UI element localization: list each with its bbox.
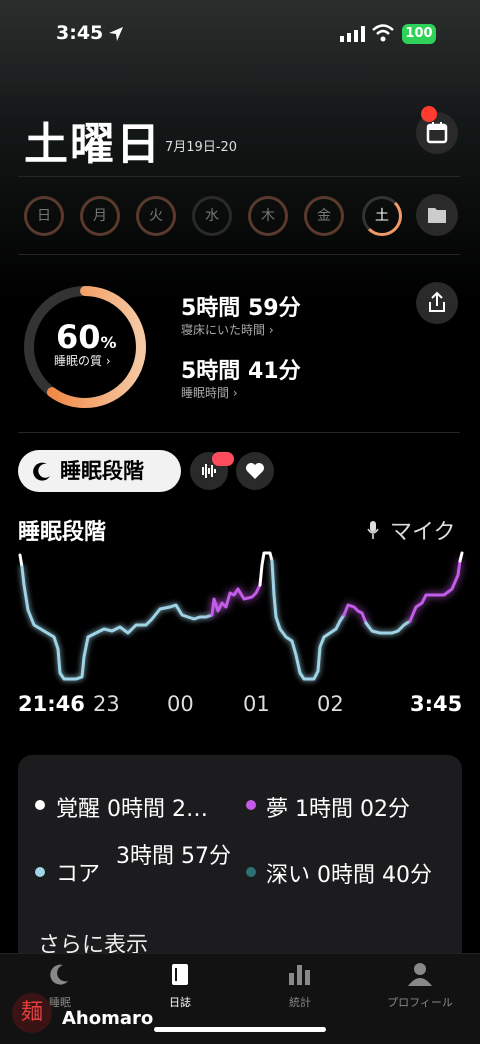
sleep-quality-value: 60% (56, 318, 117, 356)
weekday-sun[interactable]: 日 (24, 196, 64, 236)
stage-line-segment (342, 603, 368, 625)
legend-core: コア 3時間 57分 (56, 844, 231, 887)
status-bar: 3:45 100 (0, 22, 480, 50)
divider (18, 254, 460, 255)
folder-icon (428, 208, 446, 223)
moon-icon (33, 462, 50, 481)
stage-line-segment (20, 565, 214, 681)
legend-deep: 深い 0時間 40分 (266, 863, 433, 888)
date-range: 7月19日-20 (165, 140, 238, 155)
weekday-fri[interactable]: 金 (304, 196, 344, 236)
x-tick-label: 23 (93, 692, 120, 716)
asleep-link[interactable]: 睡眠時間 › (181, 384, 238, 401)
divider (18, 176, 460, 177)
stage-line-segment (458, 551, 464, 563)
stage-line-segment (364, 619, 412, 635)
status-time: 3:45 (56, 22, 104, 44)
heart-rate-tab[interactable] (236, 452, 274, 490)
journal-icon (172, 964, 188, 985)
share-button[interactable] (416, 282, 458, 324)
divider (18, 432, 460, 433)
legend-dot-awake (35, 800, 45, 810)
weekday-sat[interactable]: 土 (362, 196, 402, 236)
weekday-thu[interactable]: 木 (248, 196, 288, 236)
sleep-quality-label[interactable]: 睡眠の質 › (54, 352, 111, 369)
microphone-label[interactable]: マイク (390, 514, 456, 546)
notification-badge (421, 106, 437, 122)
x-tick-label: 01 (243, 692, 270, 716)
stage-line-segment (18, 553, 24, 569)
asleep-time: 5時間 41分 (181, 359, 301, 384)
stage-line-segment (258, 551, 274, 587)
in-bed-link[interactable]: 寝床にいた時間 › (181, 321, 274, 338)
home-indicator[interactable] (154, 1027, 326, 1032)
in-bed-time: 5時間 59分 (181, 296, 301, 321)
weekday-wed[interactable]: 水 (192, 196, 232, 236)
sleep-stage-chart (18, 551, 464, 681)
bar-chart-icon (289, 965, 310, 985)
gallery-button[interactable] (416, 194, 458, 236)
location-arrow-icon (109, 27, 123, 41)
x-tick-label: 00 (167, 692, 194, 716)
watermark-text: Ahomaro (62, 1008, 154, 1029)
sleep-stages-tab[interactable]: 睡眠段階 (18, 450, 181, 492)
chart-title: 睡眠段階 (18, 520, 107, 545)
moon-icon (50, 964, 68, 985)
x-tick-label: 3:45 (410, 692, 463, 716)
legend-awake: 覚醒 0時間 2… (56, 797, 209, 822)
legend-dot-deep (246, 867, 256, 877)
page-title: 土曜日 (24, 119, 162, 170)
stage-line-segment (270, 559, 346, 681)
battery-indicator: 100 (402, 24, 436, 44)
person-icon (408, 963, 432, 986)
stage-line-segment (408, 559, 462, 623)
x-tick-label: 02 (317, 692, 344, 716)
wifi-icon (372, 24, 394, 42)
heart-icon (246, 463, 264, 479)
weekday-mon[interactable]: 月 (80, 196, 120, 236)
legend-dot-rem (246, 800, 256, 810)
recording-badge (212, 452, 234, 466)
legend-rem: 夢 1時間 02分 (266, 797, 411, 822)
cellular-signal-icon (340, 26, 365, 42)
watermark-logo: 麺 (12, 993, 52, 1033)
legend-dot-core (35, 867, 45, 877)
share-icon (429, 291, 445, 312)
stage-line-segment (210, 583, 262, 617)
weekday-tue[interactable]: 火 (136, 196, 176, 236)
microphone-icon (367, 521, 379, 539)
x-tick-label: 21:46 (18, 692, 85, 716)
